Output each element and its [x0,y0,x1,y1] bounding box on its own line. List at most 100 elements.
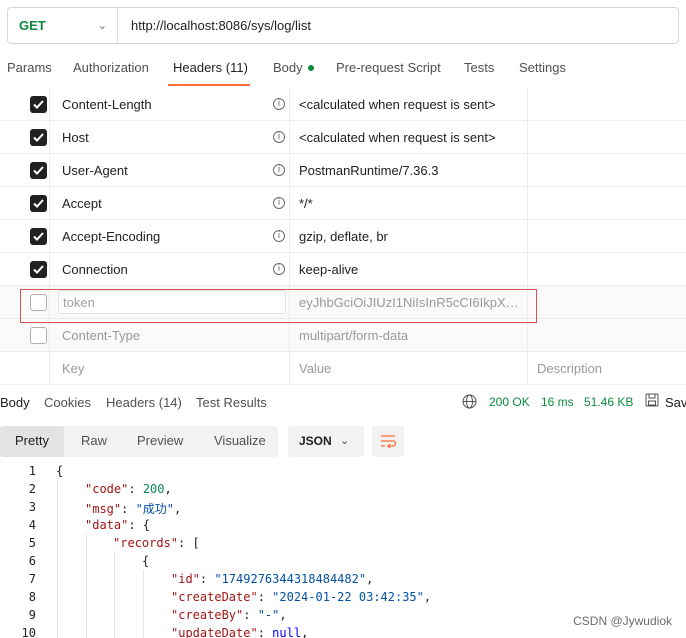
header-key[interactable]: Accept-Encoding [62,229,160,244]
header-key[interactable]: User-Agent [62,163,128,178]
line-number: 8 [28,590,36,604]
info-icon[interactable]: i [273,98,285,110]
wrap-lines-icon [381,435,397,449]
key-placeholder[interactable]: Key [62,361,84,376]
format-raw[interactable]: Raw [81,433,107,448]
header-key[interactable]: Connection [62,262,128,277]
info-icon[interactable]: i [273,263,285,275]
tab-body-label: Body [273,60,303,75]
format-toggle-group: Pretty Raw Preview Visualize [0,426,278,457]
header-checkbox[interactable] [30,261,47,278]
header-row-connection: Connection i keep-alive [0,253,686,286]
line-number: 3 [28,500,36,514]
line-number: 6 [28,554,36,568]
line-number: 5 [28,536,36,550]
value-placeholder[interactable]: Value [299,361,527,376]
active-tab-underline [168,84,250,86]
url-input[interactable]: http://localhost:8086/sys/log/list [118,18,678,33]
info-icon[interactable]: i [273,164,285,176]
indent-guide [114,552,115,638]
request-tabs: Params Authorization Headers (11) Body P… [0,52,686,86]
tab-tests[interactable]: Tests [464,60,494,75]
header-key[interactable]: Content-Type [62,328,140,343]
line-number: 9 [28,608,36,622]
tab-response-cookies[interactable]: Cookies [44,395,91,410]
indent-guide [57,480,58,638]
line-number: 7 [28,572,36,586]
response-body-viewer[interactable]: 1 2 3 4 5 6 7 8 9 10 { "code": 200, "msg… [0,462,686,638]
header-value[interactable]: keep-alive [299,262,527,277]
tab-authorization[interactable]: Authorization [73,60,149,75]
code-line: "createDate": "2024-01-22 03:42:35", [171,590,432,604]
header-value[interactable]: gzip, deflate, br [299,229,527,244]
chevron-down-icon: ⌄ [97,20,107,32]
line-number: 4 [28,518,36,532]
header-row-content-type: Content-Type multipart/form-data [0,319,686,352]
http-method-label: GET [19,18,46,33]
line-number: 2 [28,482,36,496]
line-number: 10 [21,626,36,638]
response-status[interactable]: 200 OK [489,395,530,409]
body-indicator-dot [307,65,314,71]
highlight-box [20,289,537,323]
code-line: "id": "1749276344318484482", [171,572,374,586]
header-row-accept: Accept i */* [0,187,686,220]
info-icon[interactable]: i [273,230,285,242]
language-label: JSON [299,434,332,448]
code-line: { [56,464,64,478]
header-checkbox[interactable] [30,129,47,146]
header-row-host: Host i <calculated when request is sent> [0,121,686,154]
globe-icon[interactable] [462,394,477,412]
tab-params[interactable]: Params [7,60,52,75]
code-line: { [142,554,150,568]
info-icon[interactable]: i [273,131,285,143]
save-response-button[interactable]: Sav [665,395,686,410]
response-time[interactable]: 16 ms [541,395,574,409]
code-line: "data": { [85,518,151,532]
code-line: "records": [ [113,536,200,550]
header-row-accept-encoding: Accept-Encoding i gzip, deflate, br [0,220,686,253]
description-placeholder[interactable]: Description [537,361,686,376]
response-tabs: Body Cookies Headers (14) Test Results 2… [0,386,686,420]
header-row-content-length: Content-Length i <calculated when request… [0,88,686,121]
header-checkbox[interactable] [30,327,47,344]
header-key[interactable]: Accept [62,196,102,211]
format-preview[interactable]: Preview [137,433,183,448]
tab-response-body[interactable]: Body [0,395,30,410]
line-number: 1 [28,464,36,478]
http-method-dropdown[interactable]: GET ⌄ [8,8,118,43]
request-url-bar: GET ⌄ http://localhost:8086/sys/log/list [7,7,679,44]
header-key[interactable]: Host [62,130,89,145]
header-value[interactable]: */* [299,196,527,211]
indent-guide [86,534,87,638]
header-value[interactable]: PostmanRuntime/7.36.3 [299,163,527,178]
code-line: "code": 200, [85,482,172,496]
header-row-user-agent: User-Agent i PostmanRuntime/7.36.3 [0,154,686,187]
tab-test-results[interactable]: Test Results [196,395,267,410]
tab-prerequest-script[interactable]: Pre-request Script [336,60,441,75]
header-checkbox[interactable] [30,195,47,212]
header-checkbox[interactable] [30,228,47,245]
header-checkbox[interactable] [30,96,47,113]
code-line: "createBy": "-", [171,608,287,622]
header-value[interactable]: multipart/form-data [299,328,527,343]
tab-headers[interactable]: Headers (11) [173,60,248,75]
tab-body[interactable]: Body [273,60,314,75]
tab-response-headers[interactable]: Headers (14) [106,395,182,410]
format-pretty[interactable]: Pretty [15,433,49,448]
save-icon[interactable] [645,393,659,410]
header-checkbox[interactable] [30,162,47,179]
code-line: "updateDate": null, [171,626,309,638]
tab-settings[interactable]: Settings [519,60,566,75]
header-row-placeholder: Key Value Description [0,352,686,385]
wrap-lines-button[interactable] [372,426,404,457]
chevron-down-icon: ⌄ [340,435,350,447]
header-value[interactable]: <calculated when request is sent> [299,130,527,145]
info-icon[interactable]: i [273,197,285,209]
header-value[interactable]: <calculated when request is sent> [299,97,527,112]
response-size[interactable]: 51.46 KB [584,395,633,409]
header-key[interactable]: Content-Length [62,97,152,112]
language-dropdown[interactable]: JSON ⌄ [288,426,364,457]
format-visualize[interactable]: Visualize [214,433,266,448]
watermark: CSDN @Jywudiok [573,614,672,628]
